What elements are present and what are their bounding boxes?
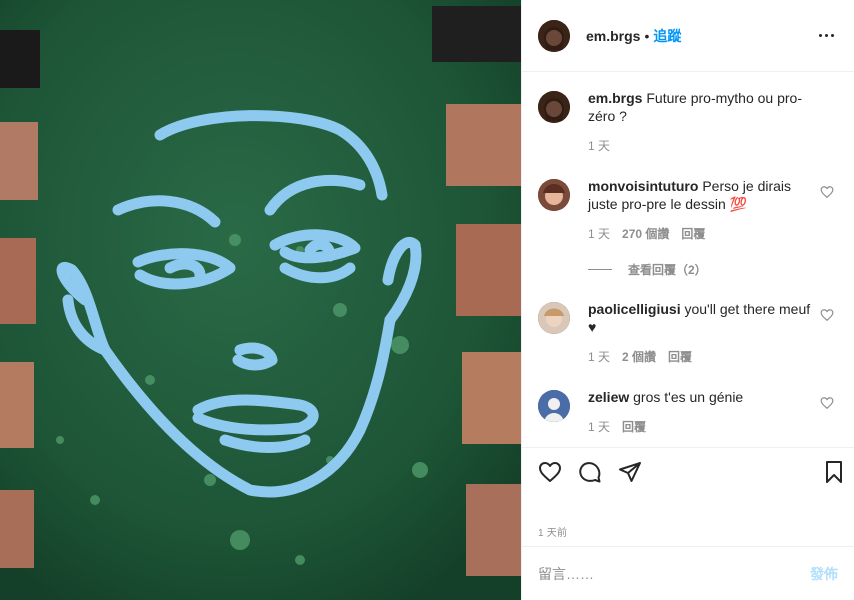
caption-comment: em.brgs Future pro-mytho ou pro-zéro ? 1…	[538, 89, 838, 155]
separator-dot: •	[644, 27, 650, 44]
bookmark-icon[interactable]	[822, 460, 846, 484]
list-item: zeliew gros t'es un génie 1 天 回覆	[538, 388, 838, 436]
like-comment-heart-icon[interactable]	[820, 308, 834, 322]
view-replies-button[interactable]: 查看回覆（2）	[588, 261, 838, 278]
post-photo[interactable]	[0, 0, 521, 600]
paper-plane-icon[interactable]	[618, 460, 642, 484]
comment-meta: 1 天 回覆	[588, 418, 812, 436]
avatar[interactable]	[538, 390, 570, 422]
bench-drawing-image	[0, 0, 521, 600]
comment-likes[interactable]: 2 個讚	[622, 348, 656, 366]
follow-button[interactable]: 追蹤	[653, 26, 681, 46]
post-comment-button[interactable]: 發佈	[810, 564, 838, 584]
reply-button[interactable]: 回覆	[622, 418, 646, 436]
avatar[interactable]	[538, 302, 570, 334]
list-item: monvoisintuturo Perso je dirais juste pr…	[538, 177, 838, 243]
reply-button[interactable]: 回覆	[668, 348, 692, 366]
post-timestamp[interactable]: 1 天前	[538, 524, 567, 539]
comment-username[interactable]: monvoisintuturo	[588, 178, 698, 194]
comment-time[interactable]: 1 天	[588, 348, 610, 366]
avatar[interactable]	[538, 91, 570, 123]
comment-username[interactable]: paolicelligiusi	[588, 301, 681, 317]
comment-username[interactable]: em.brgs	[588, 90, 642, 106]
view-replies-label: 查看回覆（2）	[628, 263, 707, 277]
comment-time[interactable]: 1 天	[588, 418, 610, 436]
comment-input[interactable]	[538, 565, 810, 582]
comment-likes[interactable]: 270 個讚	[622, 225, 669, 243]
comment-icon[interactable]	[578, 460, 602, 484]
add-comment-bar: 發佈	[522, 546, 854, 600]
comment-username[interactable]: zeliew	[588, 389, 629, 405]
list-item: paolicelligiusi you'll get there meuf ♥ …	[538, 300, 838, 366]
reply-button[interactable]: 回覆	[681, 225, 705, 243]
avatar[interactable]	[538, 179, 570, 211]
comment-time[interactable]: 1 天	[588, 137, 610, 155]
comment-meta: 1 天 270 個讚 回覆	[588, 225, 812, 243]
post-actions-bar	[522, 447, 854, 495]
like-comment-heart-icon[interactable]	[820, 185, 834, 199]
comment-meta: 1 天 2 個讚 回覆	[588, 348, 812, 366]
comment-time[interactable]: 1 天	[588, 225, 610, 243]
heart-icon[interactable]	[538, 460, 562, 484]
comment-meta: 1 天	[588, 137, 812, 155]
comments-list[interactable]: em.brgs Future pro-mytho ou pro-zéro ? 1…	[522, 73, 854, 447]
comment-text: gros t'es un génie	[633, 389, 744, 405]
post-sidebar: em.brgs • 追蹤 em.brgs Future pro-mytho ou…	[521, 0, 854, 600]
post-header: em.brgs • 追蹤	[522, 0, 854, 72]
like-comment-heart-icon[interactable]	[820, 396, 834, 410]
more-options-icon[interactable]	[814, 24, 838, 48]
post-username[interactable]: em.brgs	[586, 28, 640, 44]
avatar[interactable]	[538, 19, 570, 52]
replies-divider	[588, 269, 612, 270]
